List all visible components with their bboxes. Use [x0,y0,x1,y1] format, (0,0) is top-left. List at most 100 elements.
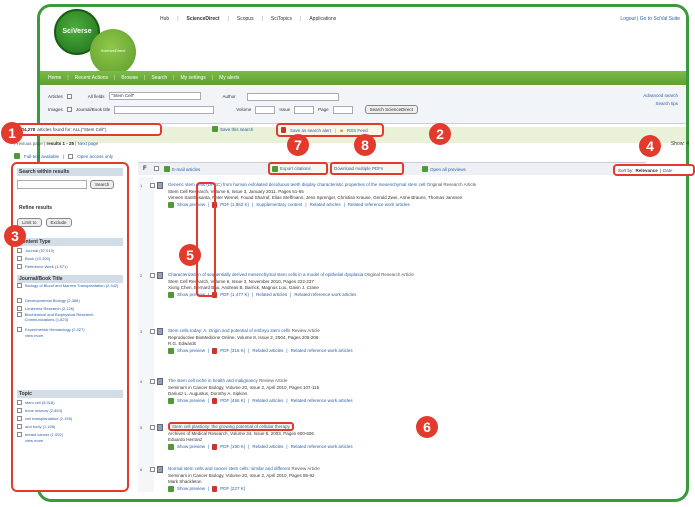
supplementary-link[interactable]: Supplementary content [256,202,302,209]
result-checkbox[interactable] [150,425,155,430]
filter-item[interactable]: and body (1,158) [17,422,123,430]
download-pdfs-button[interactable]: Download multiple PDFs [330,162,404,175]
sort-relevance[interactable]: Relevance [636,168,658,173]
show-preview-link[interactable]: Show preview [177,398,205,405]
related-articles-link[interactable]: Related articles [310,202,341,209]
filter-checkbox[interactable] [17,326,22,332]
top-nav-sciencedirect[interactable]: ScienceDirect [187,16,220,22]
result-checkbox[interactable] [150,183,155,188]
top-nav-scopus[interactable]: Scopus [237,16,254,22]
filter-checkbox[interactable] [17,407,22,413]
filter-checkbox[interactable] [17,283,22,288]
result-thumbnail[interactable] [157,328,163,335]
filter-checkbox[interactable] [17,297,22,303]
filter-item[interactable]: Experimental Hematology (2,327) [17,325,123,333]
nav-search[interactable]: Search [151,75,167,81]
images-radio[interactable] [66,107,72,112]
result-thumbnail[interactable] [157,182,163,189]
save-alert-link[interactable]: Save as search alert [290,128,331,133]
volume-input[interactable] [255,105,276,114]
full-text-link[interactable]: Full-text available [24,154,59,159]
filter-checkbox[interactable] [17,312,22,317]
articles-radio[interactable] [66,93,72,99]
show-count[interactable]: Show: 4 [671,141,689,147]
filter-checkbox[interactable] [17,305,22,311]
page-input[interactable] [332,105,353,114]
nav-recent-actions[interactable]: Recent Actions [75,75,108,81]
filter-checkbox[interactable] [17,255,22,261]
nav-browse[interactable]: Browse [121,75,138,81]
filter-item[interactable]: bone marrow (2,853) [17,406,123,414]
filter-checkbox[interactable] [17,263,22,269]
open-access-checkbox[interactable] [68,153,74,159]
pdf-link[interactable]: PDF (227 K) [220,486,245,493]
exclude-button[interactable]: Exclude [45,218,72,227]
search-within-button[interactable]: Search [90,180,115,189]
filter-item[interactable]: Biology of Blood and Marrow Transplantat… [17,283,123,296]
result-thumbnail[interactable] [157,424,163,431]
related-articles-link[interactable]: Related articles [252,398,283,405]
journal-input[interactable] [114,105,215,114]
result-title-link[interactable]: Stem cell plasticity: the growing potent… [168,422,294,431]
result-thumbnail[interactable] [157,378,163,385]
result-checkbox[interactable] [150,467,155,472]
filter-item[interactable]: Book (10,300) [17,254,123,262]
pdf-link[interactable]: PDF (1,477 K) [220,292,249,299]
search-tips-link[interactable]: Search tips [643,100,678,108]
filter-item[interactable]: Reference Work (1,971) [17,262,123,270]
result-thumbnail[interactable] [157,466,163,473]
related-reference-link[interactable]: Related reference work articles [291,348,353,355]
top-nav-scitopics[interactable]: SciTopics [271,16,292,22]
result-title-link[interactable]: Stem cells today: A. Origin and potentia… [168,328,290,333]
filter-checkbox[interactable] [17,431,22,437]
view-more-link[interactable]: view more [17,438,123,443]
related-reference-link[interactable]: Related reference work articles [348,202,410,209]
result-title-link[interactable]: The stem cell niche in health and malign… [168,378,258,383]
related-articles-link[interactable]: Related articles [252,444,283,451]
filter-checkbox[interactable] [17,247,22,253]
filter-item[interactable]: cell transplantation (2,159) [17,414,123,422]
result-checkbox[interactable] [150,379,155,384]
issue-input[interactable] [294,105,315,114]
filter-checkbox[interactable] [17,415,22,421]
next-page-link[interactable]: Next page [78,141,99,146]
account-links[interactable]: Logout | Go to SciVal Suite [620,16,680,22]
images-radio-label[interactable]: Images [48,107,63,112]
pdf-link[interactable]: PDF (190 K) [220,444,245,451]
filter-item[interactable]: stem cell (8,918) [17,398,123,406]
related-articles-link[interactable]: Related articles [252,348,283,355]
view-more-link[interactable]: view more [17,333,123,338]
all-fields-input[interactable]: "Stem Cell" [108,92,201,100]
filter-item[interactable]: Leukemia Research (2,126) [17,304,123,312]
result-checkbox[interactable] [150,273,155,278]
select-all-icon[interactable]: F [143,166,147,172]
nav-my-alerts[interactable]: My alerts [219,75,239,81]
pdf-link[interactable]: PDF (1,862 K) [220,202,249,209]
related-reference-link[interactable]: Related reference work articles [291,398,353,405]
show-preview-link[interactable]: Show preview [177,486,205,493]
pdf-link[interactable]: PDF (456 K) [220,398,245,405]
show-preview-link[interactable]: Show preview [177,444,205,451]
open-all-previews-link[interactable]: Open all previews [422,166,466,172]
advanced-search-link[interactable]: Advanced search [643,92,678,100]
search-button[interactable]: Search ScienceDirect [364,105,418,114]
export-citations-button[interactable]: Export citations [268,162,328,175]
result-title-link[interactable]: Normal stem cells and cancer stem cells:… [168,466,290,471]
pdf-link[interactable]: PDF (316 K) [220,348,245,355]
sciencedirect-logo[interactable]: ScienceDirect [90,29,136,75]
top-nav-hub[interactable]: Hub [160,16,169,22]
filter-checkbox[interactable] [17,399,22,405]
related-reference-link[interactable]: Related reference work articles [291,444,353,451]
search-within-input[interactable] [17,180,87,189]
top-nav-applications[interactable]: Applications [309,16,336,22]
filter-item[interactable]: Developmental Biology (2,386) [17,296,123,304]
save-search-link[interactable]: Save this search [212,126,253,132]
related-articles-link[interactable]: Related articles [256,292,287,299]
show-preview-link[interactable]: Show preview [177,348,205,355]
filter-item[interactable]: Journal (97,915) [17,246,123,254]
filter-item[interactable]: Biochemical and Biophysical Research Com… [17,312,123,325]
related-reference-link[interactable]: Related reference work articles [294,292,356,299]
email-articles-link[interactable]: E-mail articles [164,166,200,172]
articles-radio-label[interactable]: Articles [48,94,63,99]
nav-home[interactable]: Home [48,75,61,81]
